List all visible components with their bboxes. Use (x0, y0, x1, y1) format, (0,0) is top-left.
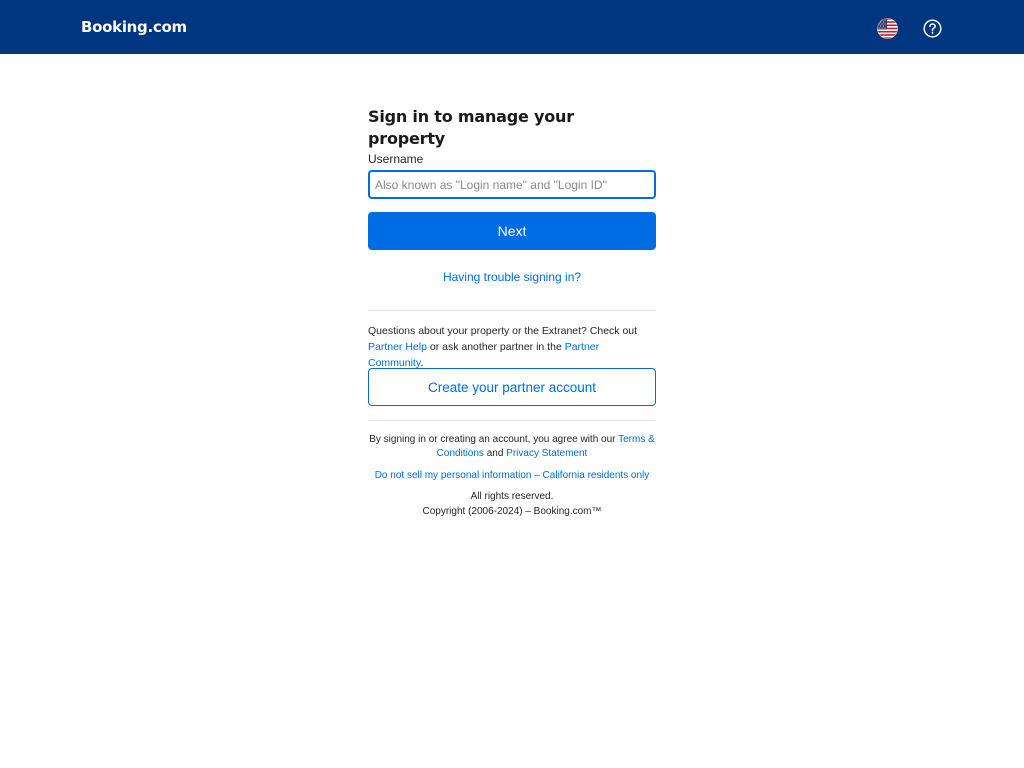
legal-text-part: By signing in or creating an account, yo… (369, 434, 619, 445)
page-title: Sign in to manage your property (368, 107, 574, 148)
divider (368, 420, 656, 421)
create-partner-account-button[interactable]: Create your partner account (368, 368, 656, 406)
privacy-statement-link[interactable]: Privacy Statement (506, 448, 587, 459)
help-text-part: Questions about your property or the Ext… (368, 325, 638, 337)
do-not-sell-link[interactable]: Do not sell my personal information – Ca… (368, 469, 656, 483)
question-circle-icon (923, 19, 942, 38)
booking-logo[interactable]: Booking.com (81, 17, 187, 37)
trouble-signing-in-link[interactable]: Having trouble signing in? (368, 270, 656, 284)
rights-text: All rights reserved. (470, 491, 554, 502)
us-flag-icon (877, 18, 898, 39)
copyright-text: Copyright (2006-2024) – Booking.com™ (422, 506, 602, 517)
language-selector-button[interactable] (877, 18, 898, 39)
partner-help-text: Questions about your property or the Ext… (368, 323, 656, 371)
top-header: Booking.com (0, 0, 1024, 54)
divider (368, 310, 656, 311)
username-input[interactable] (368, 170, 656, 199)
help-text-part: or ask another partner in the (426, 341, 565, 353)
legal-text-part: and (483, 448, 507, 459)
help-button[interactable] (923, 19, 942, 38)
legal-text: By signing in or creating an account, yo… (368, 433, 656, 461)
next-button[interactable]: Next (368, 212, 656, 250)
partner-help-link[interactable]: Partner Help (368, 341, 427, 353)
copyright-block: All rights reserved. Copyright (2006-202… (368, 489, 656, 519)
username-label: Username (368, 152, 424, 166)
